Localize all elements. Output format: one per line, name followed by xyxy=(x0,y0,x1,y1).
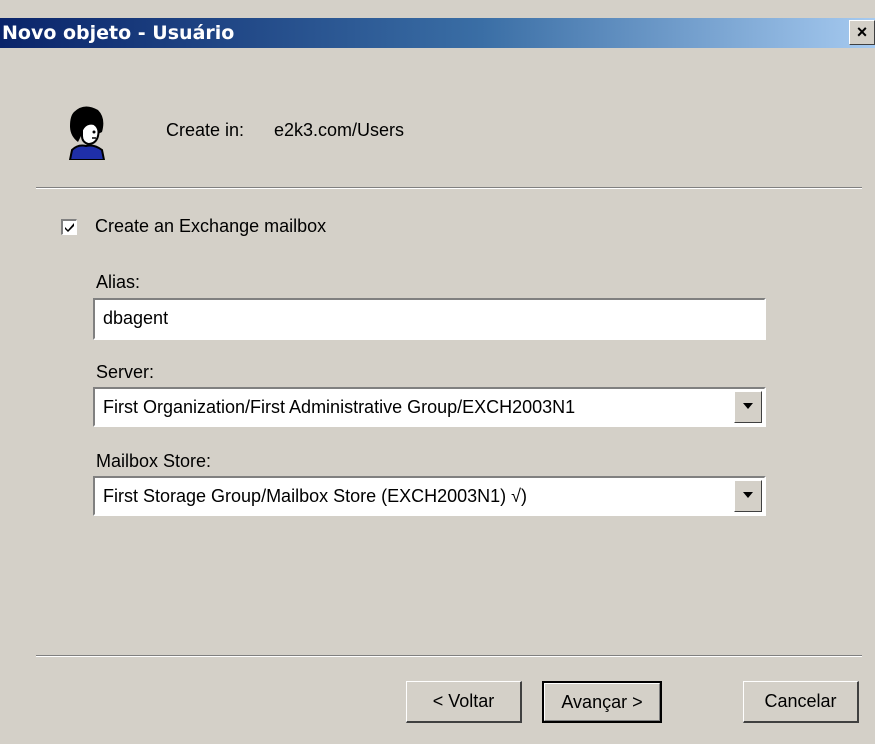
mailbox-store-value: First Storage Group/Mailbox Store (EXCH2… xyxy=(103,486,528,506)
title-bar[interactable]: Novo objeto - Usuário × xyxy=(0,18,875,48)
server-label: Server: xyxy=(96,362,155,382)
bottom-divider xyxy=(36,655,862,657)
chevron-down-icon xyxy=(743,403,753,409)
close-icon: × xyxy=(856,22,868,42)
server-value: First Organization/First Administrative … xyxy=(103,397,576,417)
window-title: Novo objeto - Usuário xyxy=(2,22,235,44)
alias-label: Alias: xyxy=(96,272,141,292)
cancel-button[interactable]: Cancelar xyxy=(743,681,859,723)
create-in-label: Create in: xyxy=(166,120,245,140)
create-mailbox-checkbox[interactable] xyxy=(61,219,77,235)
alias-input[interactable]: dbagent xyxy=(93,298,766,340)
back-button[interactable]: < Voltar xyxy=(406,681,522,723)
server-dropdown-button[interactable] xyxy=(734,391,762,423)
next-button[interactable]: Avançar > xyxy=(542,681,662,723)
checkmark-icon xyxy=(65,223,74,232)
create-in-path: e2k3.com/Users xyxy=(274,120,405,140)
mailbox-store-select[interactable]: First Storage Group/Mailbox Store (EXCH2… xyxy=(93,476,766,516)
user-icon xyxy=(68,106,106,160)
server-select[interactable]: First Organization/First Administrative … xyxy=(93,387,766,427)
mailbox-store-dropdown-button[interactable] xyxy=(734,480,762,512)
top-divider xyxy=(36,187,862,189)
close-button[interactable]: × xyxy=(849,20,875,45)
chevron-down-icon xyxy=(743,492,753,498)
mailbox-store-label: Mailbox Store: xyxy=(96,451,212,471)
create-mailbox-label[interactable]: Create an Exchange mailbox xyxy=(95,216,326,237)
